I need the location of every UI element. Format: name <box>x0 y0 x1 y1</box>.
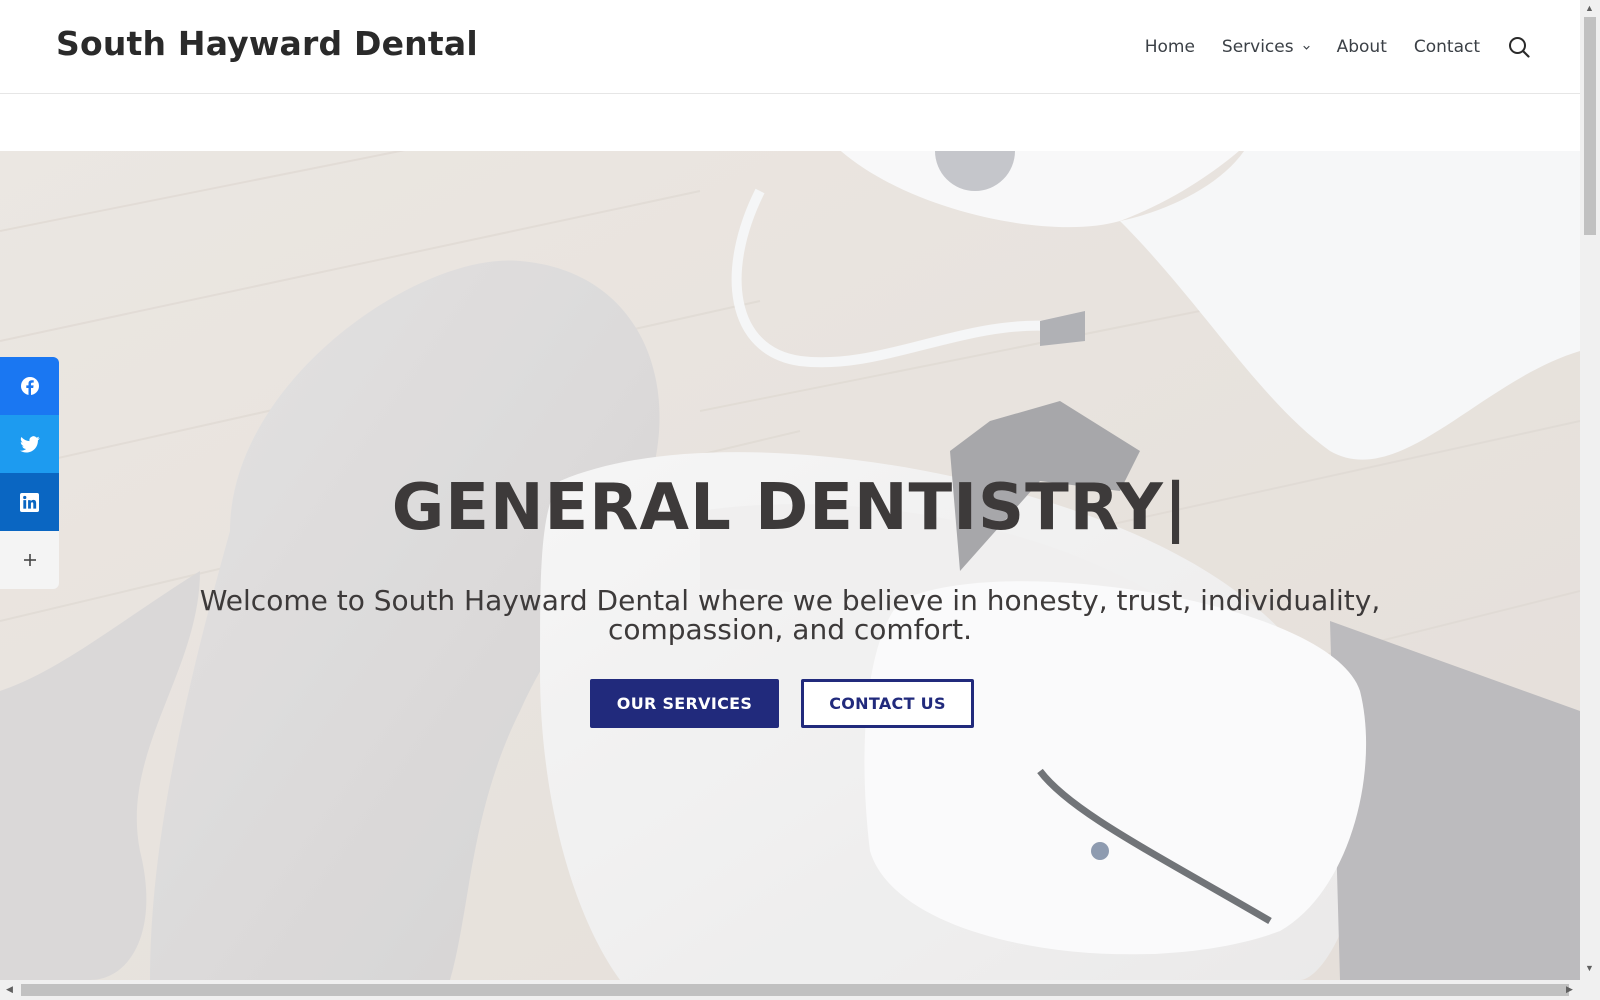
search-button[interactable] <box>1508 36 1530 58</box>
scroll-right-arrow-icon[interactable]: ▶ <box>1566 984 1573 995</box>
vertical-scrollbar[interactable]: ▲ ▼ <box>1580 0 1600 980</box>
nav-contact[interactable]: Contact <box>1414 37 1480 57</box>
social-share-bar <box>0 357 59 589</box>
linkedin-icon <box>20 492 39 512</box>
share-twitter-button[interactable] <box>0 415 59 473</box>
our-services-button[interactable]: OUR SERVICES <box>590 679 779 728</box>
facebook-icon <box>20 377 39 395</box>
share-facebook-button[interactable] <box>0 357 59 415</box>
horizontal-scroll-thumb[interactable] <box>21 984 1569 996</box>
hero-content: GENERAL DENTISTRY| Welcome to South Hayw… <box>0 151 1580 980</box>
hero-title: GENERAL DENTISTRY| <box>391 471 1189 545</box>
nav-services-label: Services <box>1221 37 1294 57</box>
contact-us-button[interactable]: CONTACT US <box>801 679 974 728</box>
nav-home[interactable]: Home <box>1145 37 1195 57</box>
twitter-icon <box>19 435 40 452</box>
share-more-button[interactable] <box>0 531 59 589</box>
scroll-left-arrow-icon[interactable]: ◀ <box>6 984 13 995</box>
hero-section: GENERAL DENTISTRY| Welcome to South Hayw… <box>0 151 1580 980</box>
site-header: South Hayward Dental Home Services About… <box>0 0 1580 94</box>
vertical-scroll-thumb[interactable] <box>1584 17 1596 235</box>
chevron-down-icon <box>1302 45 1310 50</box>
scroll-up-arrow-icon[interactable]: ▲ <box>1585 3 1594 13</box>
scroll-down-arrow-icon[interactable]: ▼ <box>1585 963 1594 973</box>
nav-contact-label: Contact <box>1413 37 1480 57</box>
main-nav: Home Services About Contact <box>1145 30 1530 64</box>
nav-about-label: About <box>1336 37 1387 57</box>
hero-text: Welcome to South Hayward Dental where we… <box>199 584 1381 646</box>
horizontal-scrollbar[interactable]: ◀ ▶ <box>0 980 1600 1000</box>
share-linkedin-button[interactable] <box>0 473 59 531</box>
site-title[interactable]: South Hayward Dental <box>56 24 478 63</box>
search-icon <box>1509 37 1530 58</box>
nav-about[interactable]: About <box>1337 37 1387 57</box>
plus-icon <box>23 554 36 566</box>
nav-services[interactable]: Services <box>1222 37 1310 57</box>
nav-home-label: Home <box>1144 37 1195 57</box>
